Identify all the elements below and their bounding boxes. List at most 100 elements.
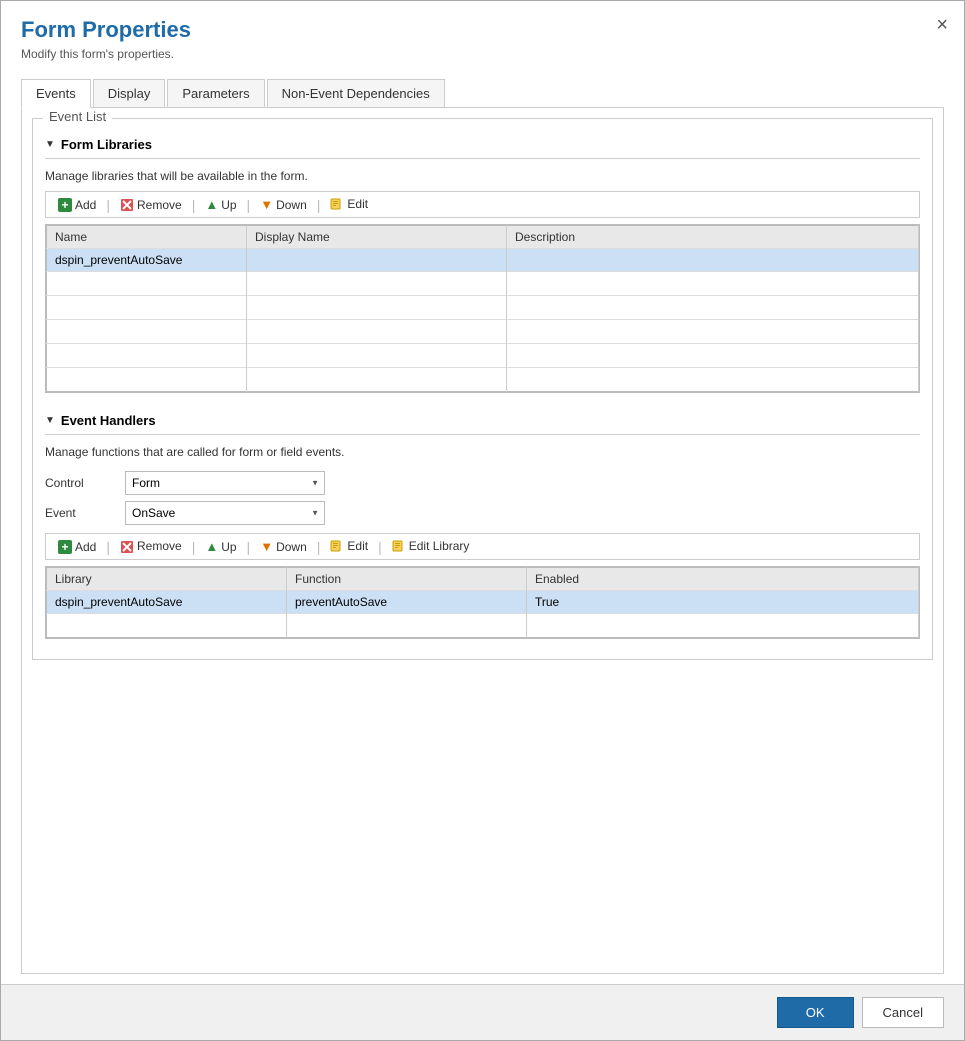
edit-svg <box>330 198 344 212</box>
empty-cell <box>247 320 507 344</box>
collapse-arrow-libraries[interactable]: ▼ <box>45 139 55 150</box>
handlers-desc: Manage functions that are called for for… <box>45 445 920 459</box>
ok-button[interactable]: OK <box>777 997 854 1028</box>
table-row[interactable]: dspin_preventAutoSave <box>47 249 919 272</box>
sep6: | <box>190 539 198 555</box>
dialog-title: Form Properties <box>21 17 944 43</box>
control-select[interactable]: Form <box>125 471 325 495</box>
libraries-divider <box>45 158 920 159</box>
cell-library: dspin_preventAutoSave <box>47 591 287 614</box>
handlers-down-label: Down <box>276 540 307 554</box>
tab-events[interactable]: Events <box>21 79 91 108</box>
tab-display[interactable]: Display <box>93 79 166 107</box>
dialog-body: Events Display Parameters Non-Event Depe… <box>1 69 964 984</box>
sep5: | <box>104 539 112 555</box>
event-handlers-section: ▼ Event Handlers Manage functions that a… <box>45 413 920 639</box>
tab-parameters[interactable]: Parameters <box>167 79 264 107</box>
control-select-wrapper: Form <box>125 471 325 495</box>
sep2: | <box>190 197 198 213</box>
dialog-footer: OK Cancel <box>1 984 964 1040</box>
libraries-add-button[interactable]: + Add <box>50 196 104 214</box>
handlers-up-button[interactable]: ▲ Up <box>197 537 244 556</box>
libraries-toolbar: + Add | <box>45 191 920 218</box>
empty-cell <box>527 614 919 638</box>
libraries-edit-label: Edit <box>347 197 368 211</box>
col-name: Name <box>47 226 247 249</box>
form-properties-dialog: Form Properties Modify this form's prope… <box>0 0 965 1041</box>
control-label: Control <box>45 476 125 490</box>
event-list-legend: Event List <box>43 109 112 124</box>
event-label: Event <box>45 506 125 520</box>
form-libraries-title: Form Libraries <box>61 137 152 152</box>
table-row-empty-3 <box>47 320 919 344</box>
close-button[interactable]: × <box>936 15 948 35</box>
tab-non-event-dependencies[interactable]: Non-Event Dependencies <box>267 79 445 107</box>
form-libraries-section: ▼ Form Libraries Manage libraries that w… <box>45 137 920 393</box>
empty-cell <box>47 614 287 638</box>
down-arrow-icon: ▼ <box>260 197 273 212</box>
tab-content: Event List ▼ Form Libraries Manage libra… <box>21 108 944 974</box>
sep9: | <box>376 539 384 555</box>
handlers-add-button[interactable]: + Add <box>50 538 104 556</box>
event-row: Event OnSave <box>45 501 920 525</box>
libraries-remove-button[interactable]: Remove <box>112 196 190 214</box>
empty-cell <box>47 296 247 320</box>
handlers-remove-button[interactable]: Remove <box>112 537 190 556</box>
col-library: Library <box>47 568 287 591</box>
handlers-down-button[interactable]: ▼ Down <box>252 537 315 556</box>
handlers-divider <box>45 434 920 435</box>
control-row: Control Form <box>45 471 920 495</box>
table-row-empty-5 <box>47 368 919 392</box>
empty-cell <box>247 272 507 296</box>
libraries-up-button[interactable]: ▲ Up <box>197 195 244 214</box>
cell-enabled: True <box>527 591 919 614</box>
collapse-arrow-handlers[interactable]: ▼ <box>45 415 55 426</box>
cell-description <box>507 249 919 272</box>
cell-name: dspin_preventAutoSave <box>47 249 247 272</box>
col-function: Function <box>287 568 527 591</box>
sep3: | <box>245 197 253 213</box>
table-row-empty-1 <box>47 272 919 296</box>
col-enabled: Enabled <box>527 568 919 591</box>
sep1: | <box>104 197 112 213</box>
empty-cell <box>247 344 507 368</box>
handler-row-empty-1 <box>47 614 919 638</box>
table-row-empty-4 <box>47 344 919 368</box>
event-handlers-header: ▼ Event Handlers <box>45 413 920 428</box>
edit-svg-2 <box>330 540 344 554</box>
remove-svg-2 <box>120 540 134 554</box>
empty-cell <box>247 296 507 320</box>
add-plus-icon: + <box>58 198 72 212</box>
scroll-area[interactable]: Event List ▼ Form Libraries Manage libra… <box>22 108 943 973</box>
remove-icon <box>120 198 134 212</box>
libraries-down-button[interactable]: ▼ Down <box>252 195 315 214</box>
libraries-table-container: Name Display Name Description dspin_prev… <box>45 224 920 393</box>
event-list-section: Event List ▼ Form Libraries Manage libra… <box>32 118 933 660</box>
handlers-edit-library-button[interactable]: Edit Library <box>384 537 478 556</box>
libraries-edit-button[interactable]: Edit <box>322 195 376 214</box>
event-handlers-title: Event Handlers <box>61 413 156 428</box>
add-plus-icon-2: + <box>58 540 72 554</box>
sep4: | <box>315 197 323 213</box>
empty-cell <box>287 614 527 638</box>
remove-svg <box>120 198 134 212</box>
down-arrow-icon-2: ▼ <box>260 539 273 554</box>
handlers-table-header: Library Function Enabled <box>47 568 919 591</box>
empty-cell <box>507 272 919 296</box>
empty-cell <box>47 272 247 296</box>
empty-cell <box>507 368 919 392</box>
libraries-down-label: Down <box>276 198 307 212</box>
empty-cell <box>507 320 919 344</box>
handlers-edit-button[interactable]: Edit <box>322 537 376 556</box>
empty-cell <box>507 344 919 368</box>
event-select[interactable]: OnSave <box>125 501 325 525</box>
dialog-header: Form Properties Modify this form's prope… <box>1 1 964 69</box>
handler-table-row[interactable]: dspin_preventAutoSave preventAutoSave Tr… <box>47 591 919 614</box>
edit-icon <box>330 197 344 212</box>
edit-library-icon <box>392 539 406 554</box>
cancel-button[interactable]: Cancel <box>862 997 944 1028</box>
handlers-edit-label: Edit <box>347 539 368 553</box>
libraries-add-label: Add <box>75 198 96 212</box>
libraries-up-label: Up <box>221 198 236 212</box>
cell-function: preventAutoSave <box>287 591 527 614</box>
